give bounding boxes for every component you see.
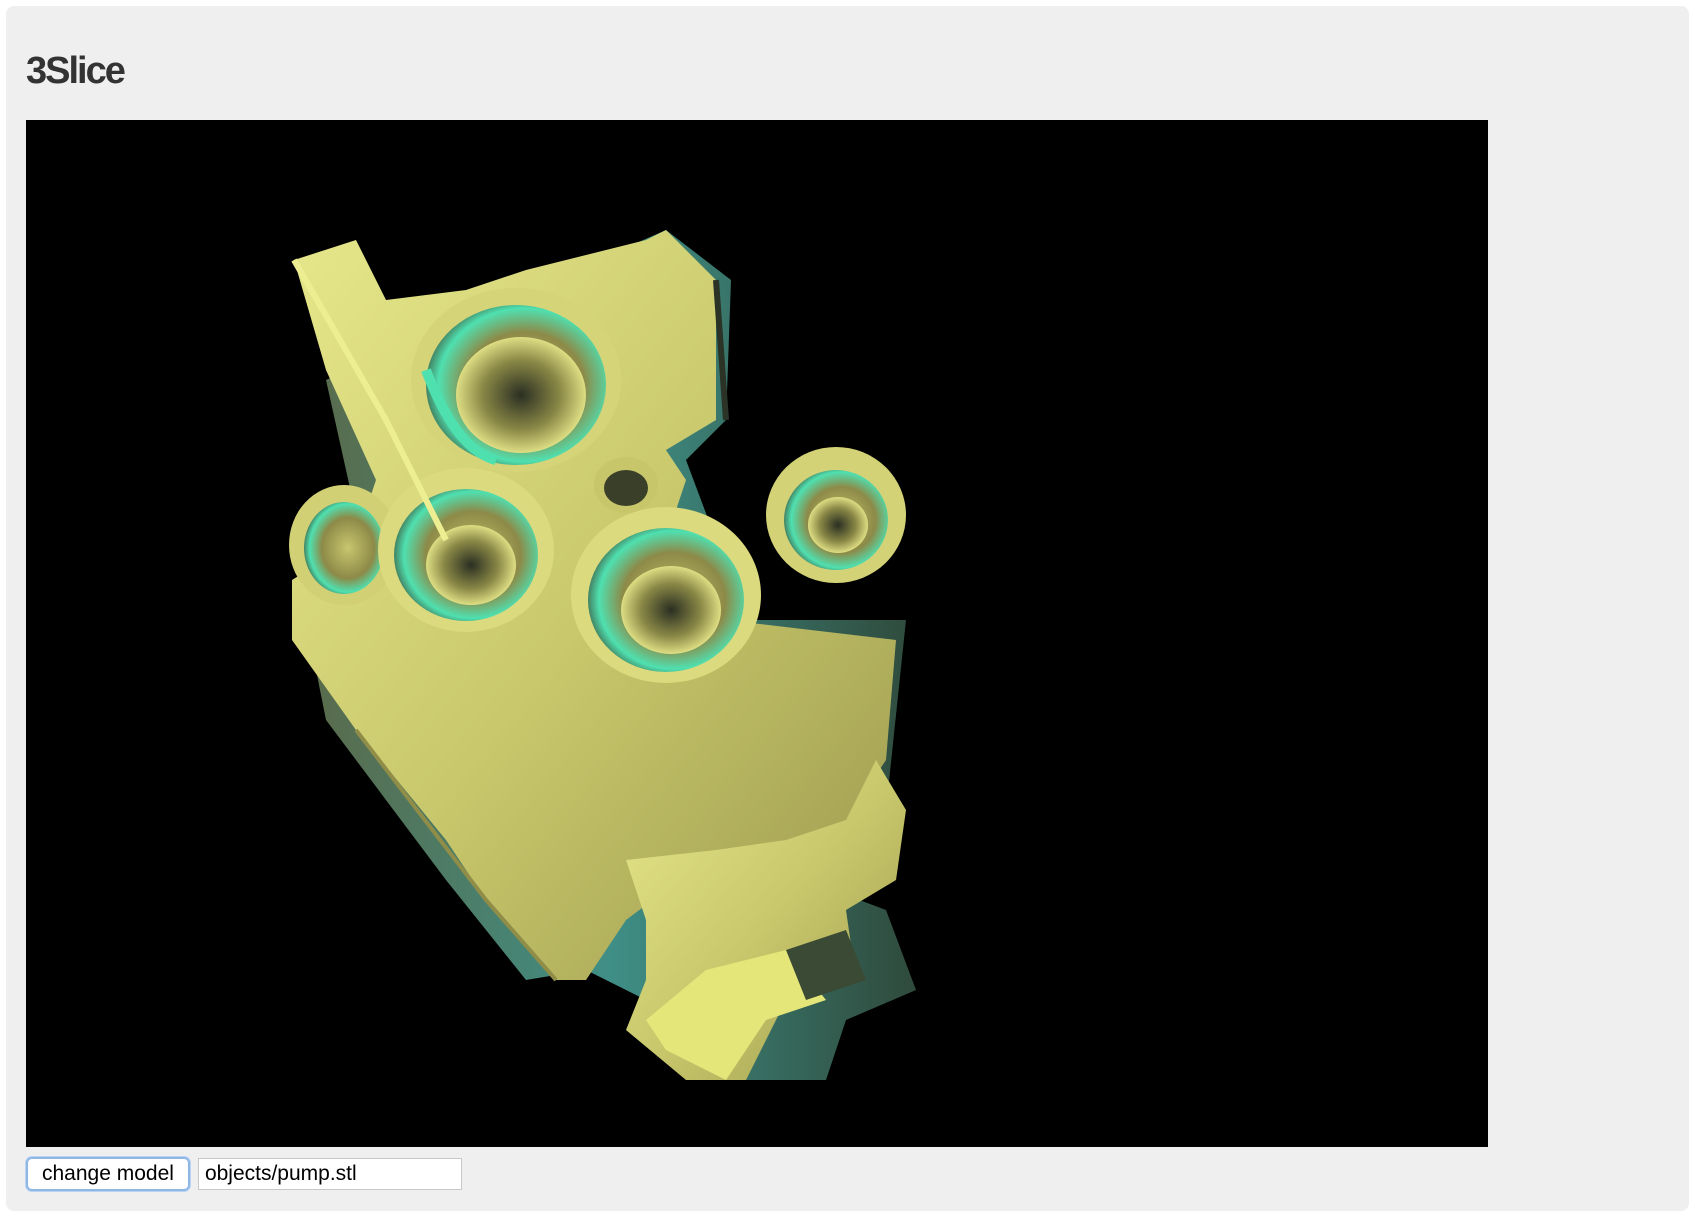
3d-viewport[interactable] (26, 120, 1488, 1147)
change-model-button[interactable]: change model (26, 1157, 190, 1191)
page-title: 3Slice (26, 50, 126, 92)
model-controls: change model (26, 1156, 462, 1192)
app-panel: 3Slice change model objects/pump.stl (6, 6, 1689, 1211)
model-path-input[interactable] (197, 1158, 462, 1190)
3d-model-render (289, 230, 916, 1080)
